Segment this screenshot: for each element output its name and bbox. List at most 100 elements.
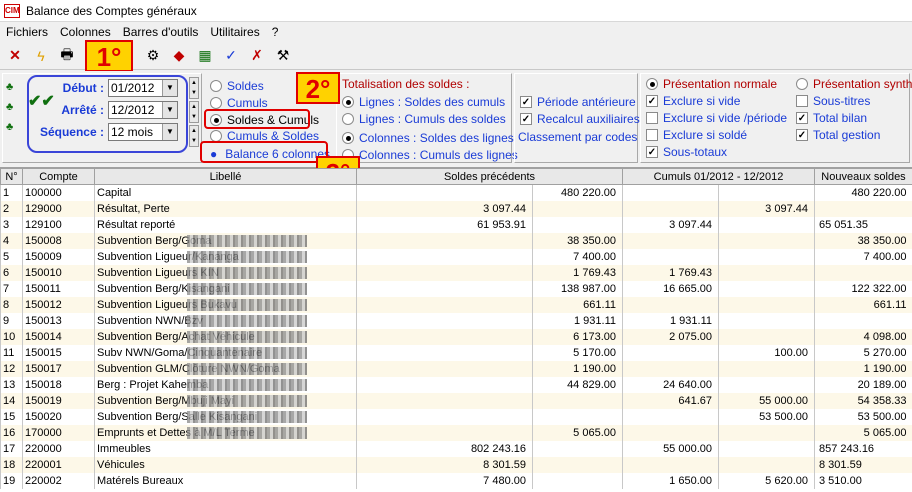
clear-check-icon[interactable]: ✗ xyxy=(246,45,268,67)
cell-cumuls-debit xyxy=(622,360,719,377)
radio-lignes-soldes-cumuls[interactable]: Lignes : Soldes des cumuls xyxy=(342,95,505,109)
cell-compte: 150015 xyxy=(22,344,95,361)
col-header-num[interactable]: N° xyxy=(0,168,23,185)
filter-icon[interactable]: ⚙ xyxy=(142,45,164,67)
table-row[interactable]: 7 150011 Subvention Berg/Kisangani 138 987.… xyxy=(0,280,912,297)
table-row[interactable]: 6 150010 Subvention Ligueurs KIN 1 769.43 1 … xyxy=(0,264,912,281)
cell-num: 13 xyxy=(0,376,23,393)
table-row[interactable]: 19 220002 Matérels Bureaux 7 480.00 1 650.00… xyxy=(0,472,912,489)
close-icon[interactable]: ✕ xyxy=(4,45,26,67)
radio-lignes-cumuls-soldes[interactable]: Lignes : Cumuls des soldes xyxy=(342,112,506,126)
table-row[interactable]: 16 170000 Emprunts et Dettes à M/L Terme 5 … xyxy=(0,424,912,441)
menu-help[interactable]: ? xyxy=(266,25,285,39)
sequence-spinner[interactable]: ▲ ▼ xyxy=(189,125,199,147)
cell-libelle: Véhicules xyxy=(94,456,357,473)
check-icon[interactable]: ✓ xyxy=(220,45,242,67)
balance-table[interactable]: N° Compte Libellé Soldes précédents Cumu… xyxy=(0,168,912,492)
radio-presentation-synthetique[interactable]: Présentation synthétique xyxy=(796,77,912,91)
cell-compte: 150009 xyxy=(22,248,95,265)
arrete-spinner[interactable]: ▲ ▼ xyxy=(189,101,199,123)
cell-soldes-prec-debit xyxy=(356,424,533,441)
cell-libelle: Subvention Ligueur/Kananga xyxy=(94,248,357,265)
tools-icon[interactable]: ⚒ xyxy=(272,45,294,67)
table-row[interactable]: 4 150008 Subvention Berg/Goma 38 350.00 38 3… xyxy=(0,232,912,249)
table-row[interactable]: 2 129000 Résultat, Perte 3 097.44 3 097.44 xyxy=(0,200,912,217)
table-row[interactable]: 8 150012 Subvention Ligueurs Bukavu 661.11 6… xyxy=(0,296,912,313)
cell-libelle: Subvention Berg/Mbuji Mayi xyxy=(94,392,357,409)
table-row[interactable]: 10 150014 Subvention Berg/Achat Véhicule 6 … xyxy=(0,328,912,345)
check-sous-totaux[interactable]: ✓ Sous-totaux xyxy=(646,145,727,159)
cell-num: 7 xyxy=(0,280,23,297)
table-row[interactable]: 5 150009 Subvention Ligueur/Kananga 7 400.0… xyxy=(0,248,912,265)
debut-dropdown[interactable]: 01/2012 ▼ xyxy=(108,79,178,97)
col-header-cumuls[interactable]: Cumuls 01/2012 - 12/2012 xyxy=(622,168,815,185)
check-exclure-solde[interactable]: Exclure si soldé xyxy=(646,128,747,142)
cell-soldes-prec-debit xyxy=(356,312,533,329)
col-header-soldes-precedents[interactable]: Soldes précédents xyxy=(356,168,623,185)
menu-barres-outils[interactable]: Barres d'outils xyxy=(117,25,205,39)
radio-presentation-normale[interactable]: Présentation normale xyxy=(646,77,777,91)
cell-nouveaux-soldes: 8 301.59 xyxy=(814,456,912,473)
menu-fichiers[interactable]: Fichiers xyxy=(0,25,54,39)
table-row[interactable]: 3 129100 Résultat reporté 61 953.91 3 097.44… xyxy=(0,216,912,233)
classement-label[interactable]: Classement par codes xyxy=(518,130,637,144)
cell-cumuls-debit xyxy=(622,296,719,313)
cell-cumuls-credit xyxy=(718,440,815,457)
radio-colonnes-soldes-lignes[interactable]: Colonnes : Soldes des lignes xyxy=(342,131,514,145)
cell-nouveaux-soldes xyxy=(814,200,912,217)
cell-soldes-prec-debit: 802 243.16 xyxy=(356,440,533,457)
cell-num: 8 xyxy=(0,296,23,313)
print-icon[interactable]: 🖶 xyxy=(56,45,78,67)
cell-cumuls-debit: 24 640.00 xyxy=(622,376,719,393)
cell-cumuls-credit xyxy=(718,248,815,265)
export-icon[interactable]: ▦ xyxy=(194,45,216,67)
cell-nouveaux-soldes: 65 051.35 xyxy=(814,216,912,233)
check-total-gestion[interactable]: ✓ Total gestion xyxy=(796,128,880,142)
table-row[interactable]: 11 150015 Subv NWN/Goma/Cinquantenaire 5 17… xyxy=(0,344,912,361)
table-row[interactable]: 9 150013 Subvention NWN/Bzv 1 931.11 1 931.1… xyxy=(0,312,912,329)
cell-cumuls-debit: 2 075.00 xyxy=(622,328,719,345)
chevron-down-icon[interactable]: ▼ xyxy=(162,80,177,96)
cell-compte: 170000 xyxy=(22,424,95,441)
col-header-compte[interactable]: Compte xyxy=(22,168,95,185)
check-exclure-vide[interactable]: ✓ Exclure si vide xyxy=(646,94,740,108)
check-sous-titres[interactable]: Sous-titres xyxy=(796,94,870,108)
check-exclure-vide-periode[interactable]: Exclure si vide /période xyxy=(646,111,787,125)
table-row[interactable]: 1 100000 Capital 480 220.00 480 220.00 xyxy=(0,184,912,201)
bolt-icon[interactable]: ϟ xyxy=(30,45,52,67)
check-periode-anterieure[interactable]: ✓ Période antérieure xyxy=(520,95,636,109)
table-row[interactable]: 18 220001 Véhicules 8 301.59 8 301.59 xyxy=(0,456,912,473)
debut-spinner[interactable]: ▲ ▼ xyxy=(189,77,199,99)
menu-utilitaires[interactable]: Utilitaires xyxy=(204,25,265,39)
radio-cumuls[interactable]: Cumuls xyxy=(210,96,268,110)
check-recalcul-auxiliaires[interactable]: ✓ Recalcul auxiliaires xyxy=(520,112,640,126)
table-row[interactable]: 13 150018 Berg : Projet Kahemba 44 829.00 24… xyxy=(0,376,912,393)
arrete-label: Arrêté : xyxy=(61,103,104,117)
eraser-icon[interactable]: ◆ xyxy=(168,45,190,67)
col-header-nouveaux-soldes[interactable]: Nouveaux soldes xyxy=(814,168,912,185)
chevron-down-icon[interactable]: ▼ xyxy=(162,124,177,140)
sequence-dropdown[interactable]: 12 mois ▼ xyxy=(108,123,178,141)
table-row[interactable]: 17 220000 Immeubles 802 243.16 55 000.00 857 … xyxy=(0,440,912,457)
cell-num: 2 xyxy=(0,200,23,217)
redaction-blur xyxy=(187,426,307,439)
cell-nouveaux-soldes: 122 322.00 xyxy=(814,280,912,297)
debut-label: Début : xyxy=(62,81,104,95)
cell-nouveaux-soldes xyxy=(814,264,912,281)
cell-nouveaux-soldes: 480 220.00 xyxy=(814,184,912,201)
cell-soldes-prec-credit: 7 400.00 xyxy=(532,248,623,265)
table-row[interactable]: 14 150019 Subvention Berg/Mbuji Mayi 641.67… xyxy=(0,392,912,409)
cell-num: 5 xyxy=(0,248,23,265)
arrete-dropdown[interactable]: 12/2012 ▼ xyxy=(108,101,178,119)
col-header-libelle[interactable]: Libellé xyxy=(94,168,357,185)
redaction-blur xyxy=(187,394,307,407)
table-row[interactable]: 15 150020 Subvention Berg/Salle Kisangani 5… xyxy=(0,408,912,425)
radio-soldes[interactable]: Soldes xyxy=(210,79,264,93)
cell-libelle: Subvention Berg/Achat Véhicule xyxy=(94,328,357,345)
cell-nouveaux-soldes: 857 243.16 xyxy=(814,440,912,457)
check-total-bilan[interactable]: ✓ Total bilan xyxy=(796,111,867,125)
menu-colonnes[interactable]: Colonnes xyxy=(54,25,117,39)
radio-colonnes-cumuls-lignes[interactable]: Colonnes : Cumuls des lignes xyxy=(342,148,518,162)
table-row[interactable]: 12150017Subvention GLM/Clôture NWN/Goma 1… xyxy=(0,360,912,377)
chevron-down-icon[interactable]: ▼ xyxy=(162,102,177,118)
